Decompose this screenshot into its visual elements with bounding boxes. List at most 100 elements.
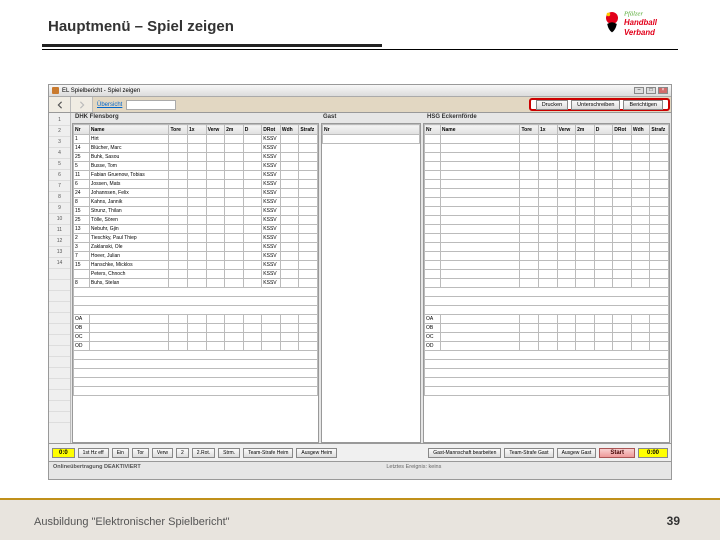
- table-row[interactable]: [425, 279, 669, 288]
- edit-guest-button[interactable]: Gast-Mannschaft bearbeiten: [428, 448, 501, 458]
- side-slot[interactable]: 10: [49, 214, 70, 225]
- side-slot[interactable]: 5: [49, 159, 70, 170]
- side-slot[interactable]: [49, 346, 70, 357]
- col-d[interactable]: D: [243, 125, 262, 135]
- table-row[interactable]: [425, 270, 669, 279]
- table-row[interactable]: [425, 207, 669, 216]
- correct-button[interactable]: Berichtigen: [623, 100, 663, 110]
- col-wdh[interactable]: Wdh: [631, 125, 650, 135]
- col-verw[interactable]: Verw: [557, 125, 576, 135]
- side-slot[interactable]: [49, 379, 70, 390]
- table-row[interactable]: [425, 162, 669, 171]
- table-row[interactable]: 6Jossen, MatsKSSV: [74, 180, 318, 189]
- table-row[interactable]: 11Fabian Gruenow, TobiasKSSV: [74, 171, 318, 180]
- nav-back-button[interactable]: [49, 97, 71, 112]
- two-min-button[interactable]: 2: [176, 448, 189, 458]
- table-row[interactable]: [425, 378, 669, 387]
- side-slot[interactable]: 2: [49, 126, 70, 137]
- side-slot[interactable]: [49, 412, 70, 423]
- team-penalty-home-button[interactable]: Team-Strafe Heim: [243, 448, 293, 458]
- table-row[interactable]: [74, 378, 318, 387]
- table-row[interactable]: 24Johannsen, FelixKSSV: [74, 189, 318, 198]
- nav-search-input[interactable]: [126, 100, 176, 110]
- side-slot[interactable]: [49, 401, 70, 412]
- side-slot[interactable]: 12: [49, 236, 70, 247]
- table-row[interactable]: [425, 198, 669, 207]
- table-row[interactable]: [74, 360, 318, 369]
- official-row[interactable]: OC: [425, 333, 669, 342]
- table-row[interactable]: [425, 234, 669, 243]
- col-drot[interactable]: DRot: [613, 125, 632, 135]
- side-slot[interactable]: [49, 302, 70, 313]
- official-row[interactable]: OD: [425, 342, 669, 351]
- sign-button[interactable]: Unterschreiben: [571, 100, 620, 110]
- table-row[interactable]: 8Buhs, StelanKSSV: [74, 279, 318, 288]
- table-row[interactable]: [425, 297, 669, 306]
- table-row[interactable]: [425, 306, 669, 315]
- table-row[interactable]: [425, 351, 669, 360]
- side-slot[interactable]: [49, 390, 70, 401]
- col-nr[interactable]: Nr: [74, 125, 90, 135]
- table-row[interactable]: 13Nebuhr, GjinKSSV: [74, 225, 318, 234]
- goal-button[interactable]: Tor: [132, 448, 149, 458]
- col-2m[interactable]: 2m: [576, 125, 595, 135]
- table-row[interactable]: [425, 171, 669, 180]
- table-row[interactable]: [425, 261, 669, 270]
- col-strafz[interactable]: Strafz: [299, 125, 318, 135]
- side-slot[interactable]: [49, 357, 70, 368]
- start-button[interactable]: Start: [599, 448, 635, 458]
- side-slot[interactable]: 6: [49, 170, 70, 181]
- official-row[interactable]: OD: [74, 342, 318, 351]
- minimize-button[interactable]: –: [634, 87, 644, 94]
- table-row[interactable]: [425, 144, 669, 153]
- col-drot[interactable]: DRot: [262, 125, 281, 135]
- table-row[interactable]: [425, 387, 669, 396]
- col-tore[interactable]: Tore: [169, 125, 188, 135]
- table-row[interactable]: [425, 369, 669, 378]
- side-slot[interactable]: [49, 324, 70, 335]
- table-row[interactable]: [74, 387, 318, 396]
- table-row[interactable]: 7Hoeer, JulianKSSV: [74, 252, 318, 261]
- official-row[interactable]: OB: [74, 324, 318, 333]
- table-row[interactable]: 2Tieschky, Paul ThiepKSSV: [74, 234, 318, 243]
- col-2m[interactable]: 2m: [225, 125, 244, 135]
- print-button[interactable]: Drucken: [536, 100, 568, 110]
- col-nr[interactable]: Nr: [323, 125, 420, 135]
- col-1x[interactable]: 1x: [539, 125, 558, 135]
- table-row[interactable]: [74, 369, 318, 378]
- col-verw[interactable]: Verw: [206, 125, 225, 135]
- table-row[interactable]: [74, 306, 318, 315]
- maximize-button[interactable]: □: [646, 87, 656, 94]
- side-slot[interactable]: 3: [49, 137, 70, 148]
- side-slot[interactable]: 11: [49, 225, 70, 236]
- official-row[interactable]: OA: [74, 315, 318, 324]
- table-row[interactable]: [425, 180, 669, 189]
- col-name[interactable]: Name: [89, 125, 169, 135]
- col-nr[interactable]: Nr: [425, 125, 441, 135]
- second-red-button[interactable]: 2.Rot.: [192, 448, 215, 458]
- nav-forward-button[interactable]: [71, 97, 93, 112]
- side-slot[interactable]: [49, 269, 70, 280]
- table-row[interactable]: [425, 153, 669, 162]
- col-tore[interactable]: Tore: [520, 125, 539, 135]
- table-row[interactable]: [425, 360, 669, 369]
- table-row[interactable]: 14Blücher, MarcKSSV: [74, 144, 318, 153]
- table-row[interactable]: 15Hanschke, MicklosKSSV: [74, 261, 318, 270]
- half-off-button[interactable]: 1st Hz eff: [78, 448, 109, 458]
- team-penalty-guest-button[interactable]: Team-Strafe Gast: [504, 448, 553, 458]
- table-row[interactable]: [425, 189, 669, 198]
- col-strafz[interactable]: Strafz: [650, 125, 669, 135]
- table-row[interactable]: [74, 351, 318, 360]
- side-slot[interactable]: [49, 368, 70, 379]
- assign-home-button[interactable]: Ausgew Heim: [296, 448, 337, 458]
- side-slot[interactable]: 14: [49, 258, 70, 269]
- table-row[interactable]: [425, 288, 669, 297]
- col-1x[interactable]: 1x: [188, 125, 207, 135]
- side-slot[interactable]: 4: [49, 148, 70, 159]
- table-row[interactable]: [323, 135, 420, 144]
- table-row[interactable]: 3Zaklanski, OleKSSV: [74, 243, 318, 252]
- side-slot[interactable]: [49, 291, 70, 302]
- table-row[interactable]: [425, 243, 669, 252]
- side-slot[interactable]: [49, 335, 70, 346]
- table-row[interactable]: [74, 288, 318, 297]
